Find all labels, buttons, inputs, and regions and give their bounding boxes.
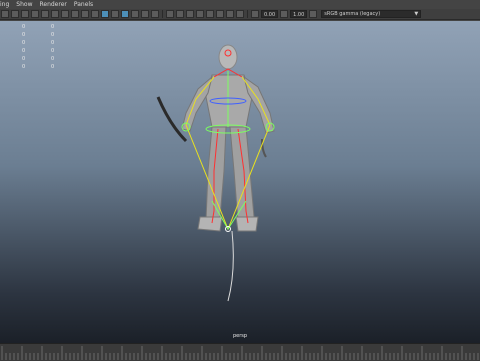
shadows-icon[interactable]	[151, 10, 159, 18]
character-tail	[227, 230, 234, 302]
exposure-icon[interactable]	[251, 10, 259, 18]
hud-value: 0	[51, 32, 55, 38]
color-management-icon[interactable]	[309, 10, 318, 18]
character-left-boot	[197, 216, 223, 232]
camera-name-label: persp	[232, 333, 248, 339]
color-space-label: sRGB gamma (legacy)	[324, 11, 381, 17]
field-chart-icon[interactable]	[81, 10, 89, 18]
bookmark-icon[interactable]	[21, 10, 29, 18]
gamma-field[interactable]: 1.00	[290, 10, 308, 18]
grid-2d-icon[interactable]	[41, 10, 49, 18]
depth-of-field-icon[interactable]	[236, 10, 244, 18]
character-rig-render[interactable]	[0, 21, 480, 343]
hud-value: 0	[51, 64, 55, 70]
resolution-gate-icon[interactable]	[61, 10, 69, 18]
hud-value: 0	[22, 48, 26, 54]
hud-value: 0	[22, 32, 26, 38]
menu-item-renderer[interactable]: Renderer	[39, 0, 66, 9]
panel-menu-bar: ing Show Renderer Panels	[0, 0, 480, 9]
safe-action-icon[interactable]	[91, 10, 99, 18]
toolbar-divider	[162, 10, 163, 18]
sword-blade	[156, 96, 188, 143]
xray-icon[interactable]	[176, 10, 184, 18]
character-left-leg	[205, 126, 227, 222]
gamma-icon[interactable]	[280, 10, 289, 18]
panel-toolbar: 0.00 1.00 sRGB gamma (legacy) ▼	[0, 9, 480, 20]
wireframe-icon[interactable]	[101, 10, 109, 18]
multisample-aa-icon[interactable]	[226, 10, 234, 18]
ik-control-lines[interactable]	[185, 124, 271, 231]
time-slider-ticks	[1, 346, 479, 360]
chevron-down-icon: ▼	[414, 11, 419, 17]
hud-value: 0	[22, 40, 26, 46]
motion-blur-icon[interactable]	[216, 10, 224, 18]
character-head	[218, 44, 238, 70]
textured-icon[interactable]	[131, 10, 139, 18]
hud-value: 0	[51, 56, 55, 62]
toolbar-divider	[247, 10, 248, 18]
select-camera-icon[interactable]	[1, 10, 9, 18]
wireframe-on-shaded-icon[interactable]	[121, 10, 129, 18]
exposure-field[interactable]: 0.00	[261, 10, 279, 18]
camera-attributes-icon[interactable]	[11, 10, 19, 18]
hud-value: 0	[22, 24, 26, 30]
menu-item-panels[interactable]: Panels	[74, 0, 93, 9]
xray-joints-icon[interactable]	[186, 10, 194, 18]
perspective-viewport[interactable]	[0, 21, 480, 343]
isolate-select-icon[interactable]	[166, 10, 174, 18]
xray-active-icon[interactable]	[196, 10, 204, 18]
color-space-dropdown[interactable]: sRGB gamma (legacy) ▼	[321, 10, 422, 18]
hud-value: 0	[51, 48, 55, 54]
hud-value: 0	[22, 64, 26, 70]
gate-mask-icon[interactable]	[71, 10, 79, 18]
hud-value: 0	[51, 40, 55, 46]
menu-item-show[interactable]: Show	[16, 0, 32, 9]
hud-value: 0	[22, 56, 26, 62]
sword-blade	[261, 138, 267, 158]
image-plane-icon[interactable]	[31, 10, 39, 18]
menu-item-lighting[interactable]: ing	[0, 0, 9, 9]
film-gate-icon[interactable]	[51, 10, 59, 18]
hud-value: 0	[51, 24, 55, 30]
time-slider[interactable]	[0, 343, 480, 361]
lights-icon[interactable]	[141, 10, 149, 18]
screen-space-ao-icon[interactable]	[206, 10, 214, 18]
hud-stats-column-1: 0 0 0 0 0 0	[22, 23, 25, 71]
hud-stats-column-2: 0 0 0 0 0 0	[51, 23, 54, 71]
smooth-shade-icon[interactable]	[111, 10, 119, 18]
